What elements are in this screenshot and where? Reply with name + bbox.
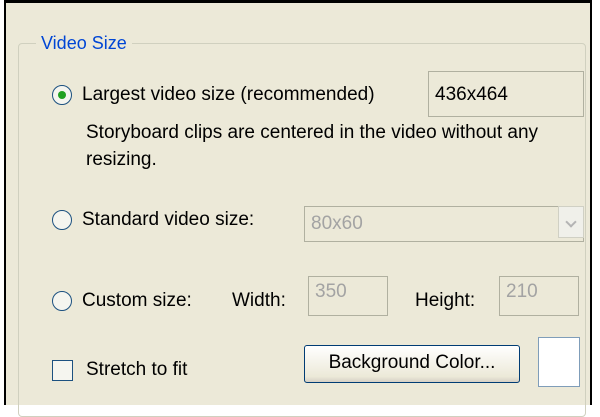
width-label: Width:: [232, 290, 286, 311]
largest-video-size-label[interactable]: Largest video size (recommended): [82, 83, 375, 107]
standard-size-selected-value: 80x60: [311, 213, 363, 234]
custom-size-label[interactable]: Custom size:: [82, 289, 192, 313]
background-color-swatch[interactable]: [538, 337, 580, 387]
chevron-down-icon[interactable]: [558, 206, 584, 238]
height-label: Height:: [415, 290, 476, 311]
custom-height-input[interactable]: 210: [499, 276, 579, 316]
custom-width-input[interactable]: 350: [308, 276, 388, 316]
largest-size-readout: 436x464: [428, 71, 584, 117]
standard-video-size-radio[interactable]: [52, 210, 72, 230]
largest-size-description: Storyboard clips are centered in the vid…: [86, 122, 539, 170]
standard-size-select[interactable]: 80x60: [304, 206, 584, 242]
stretch-to-fit-label[interactable]: Stretch to fit: [86, 358, 187, 382]
stretch-to-fit-checkbox[interactable]: [52, 360, 73, 381]
video-size-group-title: Video Size: [36, 31, 132, 55]
background-color-button[interactable]: Background Color...: [304, 345, 520, 383]
largest-video-size-radio[interactable]: [52, 85, 72, 105]
standard-video-size-label[interactable]: Standard video size:: [82, 208, 254, 232]
custom-size-radio[interactable]: [52, 291, 72, 311]
video-size-panel: Video Size Largest video size (recommend…: [4, 0, 592, 417]
